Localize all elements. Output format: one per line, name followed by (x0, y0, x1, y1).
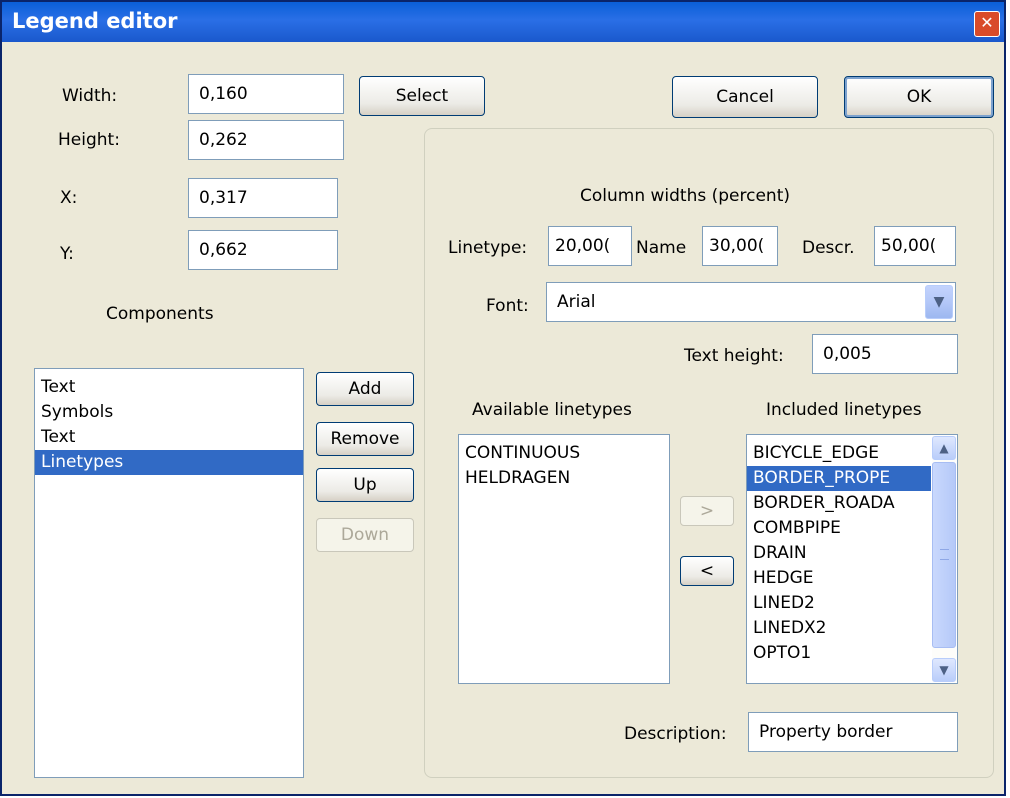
description-field[interactable]: Property border (748, 712, 958, 752)
width-field[interactable]: 0,160 (188, 74, 344, 114)
name-width-field[interactable]: 30,00( (702, 226, 778, 266)
included-linetype-item[interactable]: DRAIN (747, 541, 931, 566)
components-list[interactable]: Text Symbols Text Linetypes (34, 368, 304, 778)
descr-width-label: Descr. (802, 238, 855, 258)
included-linetypes-heading: Included linetypes (766, 400, 922, 420)
included-linetype-item[interactable]: OPTO1 (747, 641, 931, 666)
window-title: Legend editor (12, 9, 178, 33)
cancel-button[interactable]: Cancel (672, 76, 818, 118)
select-button[interactable]: Select (359, 76, 485, 116)
included-linetype-item[interactable]: BORDER_ROADA (747, 491, 931, 516)
up-button[interactable]: Up (316, 468, 414, 502)
font-label: Font: (486, 296, 529, 316)
move-left-button[interactable]: < (680, 556, 734, 586)
legend-editor-dialog: Legend editor ✕ Width: 0,160 Height: 0,2… (0, 0, 1006, 796)
close-button[interactable]: ✕ (974, 11, 1000, 37)
remove-button[interactable]: Remove (316, 422, 414, 456)
text-height-field[interactable]: 0,005 (812, 334, 958, 374)
components-heading: Components (106, 304, 214, 324)
available-linetypes-list[interactable]: CONTINUOUS HELDRAGEN (458, 434, 670, 684)
included-linetypes-list[interactable]: BICYCLE_EDGE BORDER_PROPE BORDER_ROADA COMB… (746, 434, 958, 684)
column-widths-heading: Column widths (percent) (580, 186, 791, 206)
ok-button[interactable]: OK (844, 76, 994, 118)
close-icon: ✕ (980, 13, 994, 32)
text-height-label: Text height: (684, 346, 784, 366)
name-width-label: Name (636, 238, 687, 258)
included-linetype-item[interactable]: LINED2 (747, 591, 931, 616)
x-label: X: (60, 188, 78, 208)
available-linetype-item[interactable]: HELDRAGEN (459, 466, 669, 491)
available-linetypes-heading: Available linetypes (472, 400, 632, 420)
included-scrollbar[interactable]: ▲ ▼ (932, 436, 956, 682)
component-item[interactable]: Linetypes (35, 450, 303, 475)
height-label: Height: (58, 130, 120, 150)
font-select-value: Arial (557, 292, 596, 312)
height-field[interactable]: 0,262 (188, 120, 344, 160)
available-linetype-item[interactable]: CONTINUOUS (459, 441, 669, 466)
scroll-up-icon[interactable]: ▲ (932, 436, 956, 460)
component-item[interactable]: Text (35, 375, 303, 400)
width-label: Width: (62, 86, 118, 106)
add-button[interactable]: Add (316, 372, 414, 406)
linetype-width-field[interactable]: 20,00( (548, 226, 632, 266)
descr-width-field[interactable]: 50,00( (874, 226, 956, 266)
scroll-down-icon[interactable]: ▼ (932, 658, 956, 682)
move-right-button[interactable]: > (680, 496, 734, 526)
chevron-down-icon[interactable]: ▼ (925, 285, 953, 319)
included-linetype-item[interactable]: COMBPIPE (747, 516, 931, 541)
description-label: Description: (624, 724, 727, 744)
title-bar: Legend editor ✕ (2, 2, 1004, 42)
y-label: Y: (60, 244, 74, 264)
down-button[interactable]: Down (316, 518, 414, 552)
component-item[interactable]: Symbols (35, 400, 303, 425)
included-linetype-item[interactable]: BORDER_PROPE (747, 466, 931, 491)
linetype-width-label: Linetype: (448, 238, 528, 258)
included-linetype-item[interactable]: BICYCLE_EDGE (747, 441, 931, 466)
component-item[interactable]: Text (35, 425, 303, 450)
included-linetype-item[interactable]: HEDGE (747, 566, 931, 591)
x-field[interactable]: 0,317 (188, 178, 338, 218)
y-field[interactable]: 0,662 (188, 230, 338, 270)
scrollbar-thumb[interactable] (932, 462, 956, 648)
font-select[interactable]: Arial ▼ (546, 282, 956, 322)
grip-icon (940, 549, 949, 560)
included-linetype-item[interactable]: LINEDX2 (747, 616, 931, 641)
